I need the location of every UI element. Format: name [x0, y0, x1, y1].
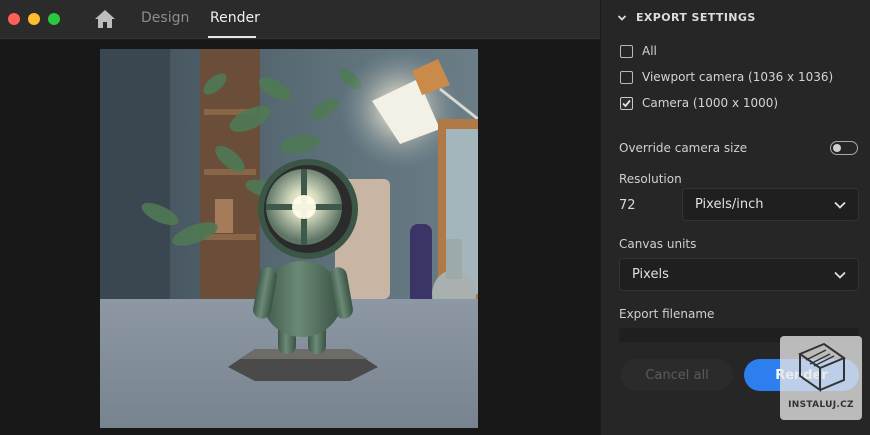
title-bar: Design Render	[0, 0, 600, 39]
resolution-unit-select[interactable]: Pixels/inch	[682, 188, 859, 221]
export-settings-title: EXPORT SETTINGS	[636, 11, 756, 24]
tab-render[interactable]: Render	[210, 10, 260, 26]
option-all-label: All	[642, 44, 657, 58]
checkmark-icon	[622, 99, 631, 107]
override-camera-size-label: Override camera size	[619, 141, 748, 155]
watermark-text: INSTALUJ.CZ	[788, 400, 854, 410]
option-camera-label: Camera (1000 x 1000)	[642, 96, 779, 110]
canvas-units-label: Canvas units	[619, 237, 697, 251]
watermark-box-icon	[797, 342, 847, 392]
toggle-knob	[833, 143, 841, 152]
checkbox-viewport-camera[interactable]	[620, 70, 633, 84]
dropdown-chevron-icon	[834, 201, 846, 209]
option-viewport-camera[interactable]: Viewport camera (1036 x 1036)	[620, 70, 833, 84]
checkbox-camera[interactable]	[620, 96, 633, 110]
active-tab-indicator	[208, 36, 256, 38]
override-camera-size-toggle[interactable]	[830, 141, 858, 155]
tab-design[interactable]: Design	[141, 10, 189, 26]
canvas-units-select[interactable]: Pixels	[619, 258, 859, 291]
resolution-value[interactable]: 72	[619, 198, 636, 213]
export-settings-header[interactable]: EXPORT SETTINGS	[617, 11, 756, 24]
export-filename-label: Export filename	[619, 307, 715, 321]
dropdown-chevron-icon	[834, 271, 846, 279]
cancel-all-button[interactable]: Cancel all	[621, 359, 733, 391]
watermark-logo: INSTALUJ.CZ	[780, 336, 862, 420]
resolution-label: Resolution	[619, 172, 682, 186]
resolution-unit-value: Pixels/inch	[695, 197, 764, 212]
minimize-window-button[interactable]	[28, 13, 40, 25]
option-all[interactable]: All	[620, 44, 657, 58]
render-preview-image	[100, 49, 478, 428]
option-camera[interactable]: Camera (1000 x 1000)	[620, 96, 778, 110]
render-workspace: Design Render	[0, 0, 600, 435]
chevron-down-icon	[617, 14, 627, 21]
close-window-button[interactable]	[8, 13, 20, 25]
maximize-window-button[interactable]	[48, 13, 60, 25]
home-icon[interactable]	[94, 9, 116, 29]
checkbox-all[interactable]	[620, 44, 633, 58]
canvas-units-value: Pixels	[632, 267, 669, 282]
option-viewport-camera-label: Viewport camera (1036 x 1036)	[642, 70, 834, 84]
